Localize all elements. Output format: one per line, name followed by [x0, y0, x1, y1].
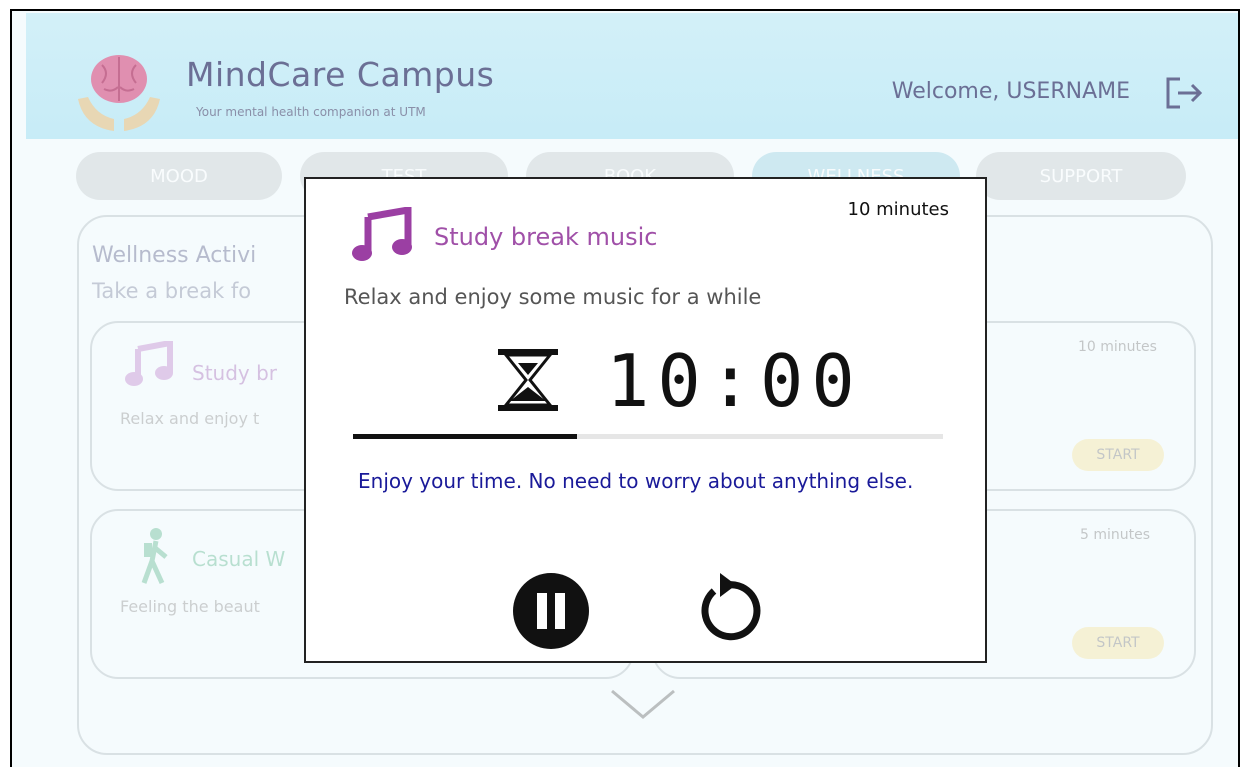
modal-duration: 10 minutes: [847, 199, 950, 220]
activity-duration-2: 5 minutes: [1080, 527, 1151, 543]
logout-icon[interactable]: [1164, 75, 1204, 111]
activity-desc-walk: Feeling the beaut: [120, 597, 260, 616]
nav-support[interactable]: SUPPORT: [976, 152, 1186, 200]
app-title: MindCare Campus: [186, 55, 495, 94]
activity-duration-1: 10 minutes: [1078, 339, 1157, 355]
start-button-1-label: START: [1096, 447, 1140, 463]
app-frame: MOOD TEST BOOK WELLNESS SUPPORT Wellness…: [10, 9, 1240, 767]
activity-modal: 10 minutes Study break music Relax and e…: [304, 177, 987, 663]
pause-button[interactable]: [513, 573, 589, 649]
nav-mood-label: MOOD: [150, 165, 208, 187]
music-note-icon: [125, 341, 173, 386]
chevron-down-icon[interactable]: [608, 687, 678, 721]
activity-title-study: Study br: [192, 361, 278, 385]
hiker-icon: [141, 528, 168, 585]
app-subtitle: Your mental health companion at UTM: [196, 105, 426, 119]
nav-support-label: SUPPORT: [1039, 165, 1123, 187]
modal-message: Enjoy your time. No need to worry about …: [358, 469, 914, 493]
activity-title-walk: Casual W: [192, 547, 286, 571]
progress-bar: [353, 434, 943, 439]
start-button-2-label: START: [1096, 635, 1140, 651]
wellness-subtitle: Take a break fo: [92, 279, 252, 303]
hourglass-icon: [498, 349, 558, 411]
welcome-text: Welcome, USERNAME: [891, 79, 1130, 104]
nav-mood[interactable]: MOOD: [76, 152, 282, 200]
header: MindCare Campus Your mental health compa…: [26, 13, 1238, 139]
brain-hands-logo-icon: [78, 55, 160, 131]
replay-button[interactable]: [692, 571, 762, 641]
modal-description: Relax and enjoy some music for a while: [344, 285, 762, 309]
wellness-title: Wellness Activi: [92, 243, 257, 268]
progress-fill: [353, 434, 578, 439]
modal-title: Study break music: [434, 223, 658, 251]
start-button-1[interactable]: START: [1072, 439, 1164, 471]
countdown-timer: 10:00: [606, 339, 863, 423]
activity-desc-study: Relax and enjoy t: [120, 409, 260, 428]
music-note-icon: [352, 207, 412, 261]
start-button-2[interactable]: START: [1072, 627, 1164, 659]
